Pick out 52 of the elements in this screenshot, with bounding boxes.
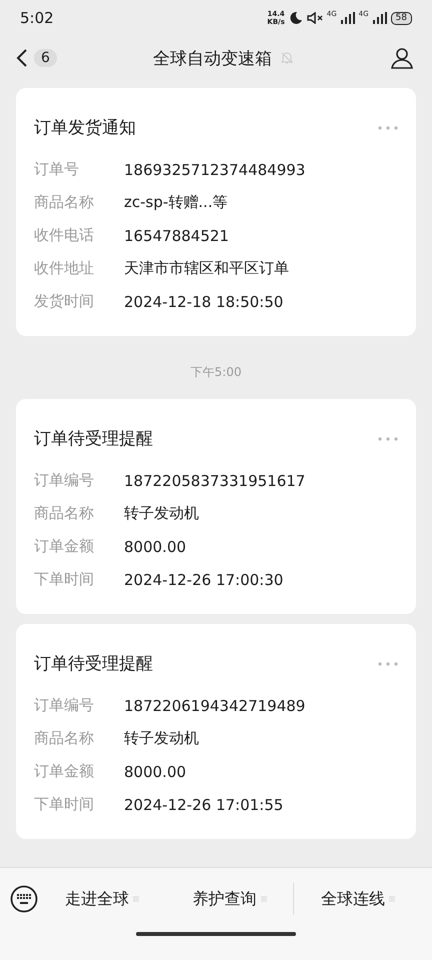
status-time: 5:02 [20,9,54,27]
field-label: 订单号 [34,160,80,179]
field-value: 转子发动机 [124,504,199,523]
more-icon[interactable] [378,662,398,666]
back-icon[interactable] [16,48,28,68]
field-label: 商品名称 [34,193,95,212]
mute-icon [306,12,323,24]
field-label: 订单编号 [34,471,95,490]
profile-icon[interactable] [390,46,414,70]
field-value: 转子发动机 [124,729,199,748]
field-label: 订单金额 [34,537,95,556]
keyboard-icon[interactable] [10,885,38,913]
field-label: 收件电话 [34,226,95,245]
submenu-icon [132,895,139,903]
field-label: 商品名称 [34,504,95,523]
field-value: 天津市市辖区和平区订单 [124,259,289,278]
field-value: 1872206194342719489 [124,696,306,714]
field-value: 2024-12-26 17:00:30 [124,570,284,588]
field-label: 收件地址 [34,259,95,278]
menu-button[interactable]: 养护查询 [166,880,294,918]
moon-icon [288,11,303,25]
bell-icon [280,51,294,65]
more-icon[interactable] [378,436,398,440]
field-label: 订单编号 [34,696,95,715]
more-icon[interactable] [378,126,398,130]
card-title: 订单待受理提醒 [34,653,153,675]
field-value: 2024-12-18 18:50:50 [124,292,284,310]
field-value: 16547884521 [124,226,229,244]
field-label: 订单金额 [34,762,95,781]
field-value: 8000.00 [124,762,186,780]
battery-level: 58 [390,12,412,24]
timestamp: 下午5:00 [190,364,242,381]
card-title: 订单发货通知 [34,117,136,139]
field-value: zc-sp-转赠...等 [124,193,228,212]
signal-icon [372,12,387,24]
menu-button[interactable]: 走进全球 [38,880,166,918]
home-indicator[interactable] [136,932,296,936]
card-title: 订单待受理提醒 [34,428,153,450]
submenu-icon [389,895,396,903]
field-label: 下单时间 [34,570,95,589]
field-value: 1872205837331951617 [124,472,306,490]
signal-icon [340,12,355,24]
menu-button[interactable]: 全球连线 [294,880,422,918]
field-label: 商品名称 [34,729,95,748]
submenu-icon [260,895,266,903]
field-value: 2024-12-26 17:01:55 [124,796,284,814]
unread-count: 6 [34,49,57,67]
field-value: 8000.00 [124,538,186,556]
field-value: 1869325712374484993 [124,160,306,178]
chat-title: 全球自动变速箱 [152,48,272,70]
field-label: 下单时间 [34,795,95,814]
field-label: 发货时间 [34,292,95,311]
